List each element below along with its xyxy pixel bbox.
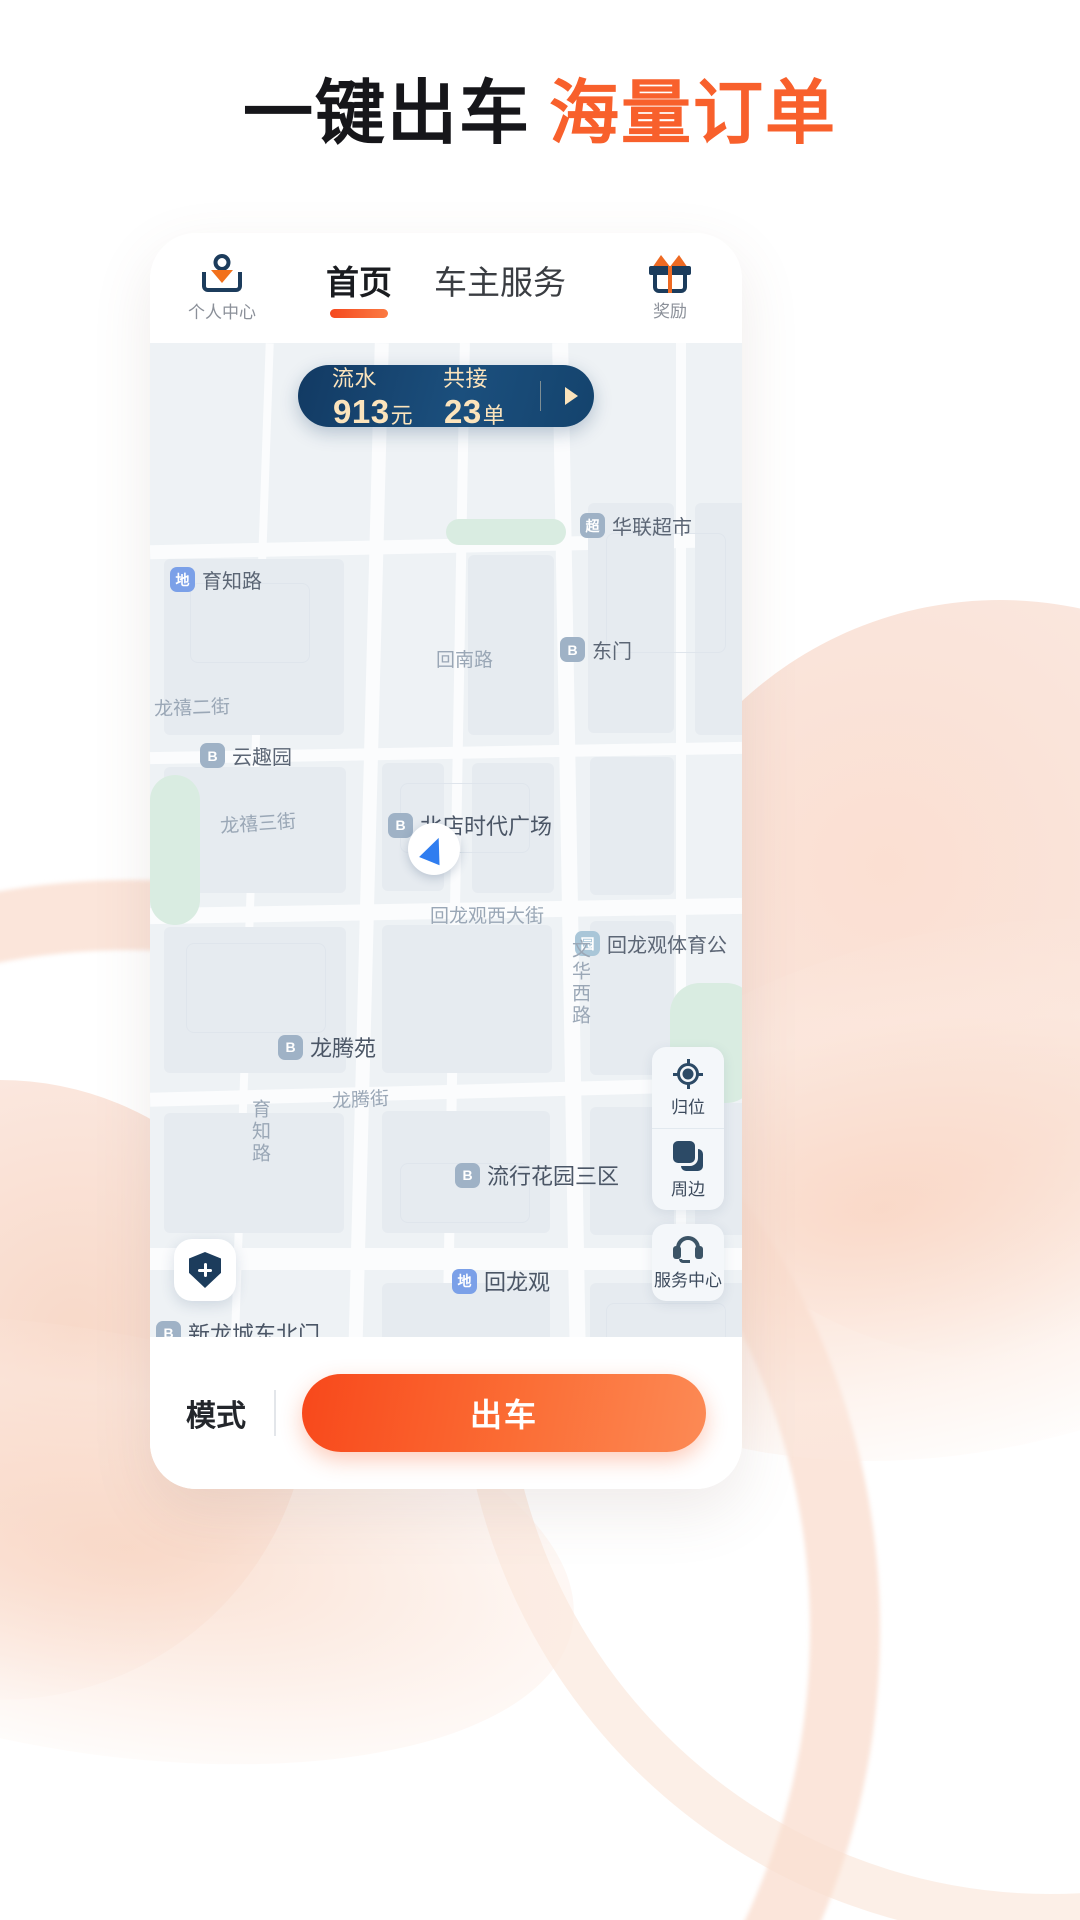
- map-poi[interactable]: 超 华联超市: [580, 511, 692, 540]
- map-poi[interactable]: 地 回龙观: [452, 1265, 550, 1297]
- map-poi-label: 云趣园: [232, 747, 292, 769]
- earnings-orders: 共接23单: [443, 361, 522, 431]
- mode-divider: [274, 1390, 276, 1436]
- triangle-right-icon[interactable]: [559, 379, 584, 413]
- earnings-orders-unit: 单: [482, 403, 506, 428]
- gift-icon: [649, 254, 691, 293]
- bus-pin-icon: B: [156, 1320, 181, 1337]
- phone-mockup: 个人中心 首页 车主服务 奖励 超 华联超市 地 育知路 B 东门 B 云趣园 …: [150, 233, 742, 1489]
- bus-pin-icon: B: [388, 812, 413, 838]
- map-poi[interactable]: B 云趣园: [200, 741, 292, 770]
- mode-label: 模式: [186, 1400, 246, 1433]
- map-poi[interactable]: 地 育知路: [170, 565, 262, 594]
- recenter-button[interactable]: 归位: [652, 1047, 724, 1128]
- map-poi[interactable]: B 新龙城东北门: [156, 1317, 320, 1337]
- recenter-label: 归位: [671, 1098, 705, 1117]
- map-poi-label: 新龙城东北门: [188, 1322, 321, 1337]
- headline-accent: 海量订单: [549, 74, 837, 152]
- map-poi[interactable]: B 流行花园三区: [455, 1159, 619, 1191]
- earnings-banner[interactable]: 流水913元 共接23单: [298, 365, 594, 430]
- map-street-label: 龙腾街: [331, 1088, 390, 1113]
- profile-entry[interactable]: 个人中心: [174, 253, 270, 323]
- earnings-revenue-unit: 元: [390, 403, 414, 428]
- map-poi[interactable]: B 东门: [560, 635, 632, 664]
- store-pin-icon: 超: [580, 513, 605, 538]
- navigation-arrow-icon[interactable]: [408, 823, 460, 875]
- page-headline: 一键出车 海量订单: [0, 78, 1080, 148]
- service-center-label: 服务中心: [654, 1271, 722, 1290]
- layers-icon: [673, 1141, 703, 1171]
- map-poi-label: 流行花园三区: [487, 1164, 620, 1189]
- map-street-label: 文华西路: [569, 939, 590, 1027]
- earnings-revenue-value: 913: [333, 393, 390, 430]
- map-poi-label: 华联超市: [612, 517, 692, 539]
- subway-pin-icon: 地: [170, 567, 195, 592]
- profile-label: 个人中心: [188, 302, 256, 322]
- map-street-label: 育知路: [249, 1099, 270, 1165]
- bus-pin-icon: B: [560, 637, 585, 662]
- safety-shield-button[interactable]: [174, 1239, 236, 1301]
- reward-label: 奖励: [653, 301, 687, 321]
- map-poi-label: 东门: [592, 641, 632, 663]
- earnings-revenue: 流水913元: [332, 361, 425, 431]
- mode-selector[interactable]: 模式: [186, 1390, 276, 1436]
- map-controls-secondary: 服务中心: [652, 1224, 724, 1301]
- map-poi[interactable]: 园 回龙观体育公: [575, 929, 727, 958]
- bus-pin-icon: B: [200, 743, 225, 768]
- headline-primary: 一键出车: [243, 74, 531, 152]
- bus-pin-icon: B: [278, 1034, 303, 1060]
- service-center-button[interactable]: 服务中心: [652, 1224, 724, 1301]
- map-poi[interactable]: B 龙腾苑: [278, 1031, 376, 1063]
- safety-shield-icon: [189, 1252, 221, 1288]
- tab-home[interactable]: 首页: [326, 256, 392, 316]
- nearby-button[interactable]: 周边: [652, 1128, 724, 1210]
- headset-icon: [673, 1236, 703, 1263]
- bottom-action-bar: 模式 出车: [150, 1337, 742, 1489]
- bus-pin-icon: B: [455, 1162, 480, 1188]
- map-controls: 归位 周边 服务中心: [652, 1047, 724, 1301]
- map-poi-label: 回龙观: [484, 1270, 551, 1295]
- map-street-label: 龙禧三街: [219, 811, 297, 838]
- nav-tabs: 首页 车主服务: [270, 256, 622, 320]
- tab-owner-service[interactable]: 车主服务: [434, 256, 566, 316]
- nearby-label: 周边: [671, 1180, 705, 1199]
- earnings-revenue-prefix: 流水: [332, 366, 378, 391]
- person-icon: [202, 253, 242, 294]
- map-street-label: 龙禧二街: [153, 696, 231, 721]
- map-street-label: 回龙观西大街: [430, 906, 545, 927]
- earnings-divider: [540, 381, 541, 411]
- recenter-icon: [673, 1059, 703, 1089]
- go-online-button[interactable]: 出车: [302, 1374, 706, 1452]
- earnings-orders-prefix: 共接: [443, 366, 489, 391]
- earnings-orders-value: 23: [444, 393, 482, 430]
- map-poi-label: 回龙观体育公: [607, 935, 727, 957]
- subway-pin-icon: 地: [452, 1268, 477, 1294]
- app-top-nav: 个人中心 首页 车主服务 奖励: [150, 233, 742, 343]
- map-controls-primary: 归位 周边: [652, 1047, 724, 1210]
- reward-entry[interactable]: 奖励: [622, 254, 718, 322]
- map-street-label: 回南路: [436, 650, 494, 671]
- map-poi-label: 龙腾苑: [310, 1036, 377, 1061]
- map-view[interactable]: 超 华联超市 地 育知路 B 东门 B 云趣园 B 北店时代广场 园 回龙观体育…: [150, 343, 742, 1337]
- map-poi-label: 育知路: [202, 571, 262, 593]
